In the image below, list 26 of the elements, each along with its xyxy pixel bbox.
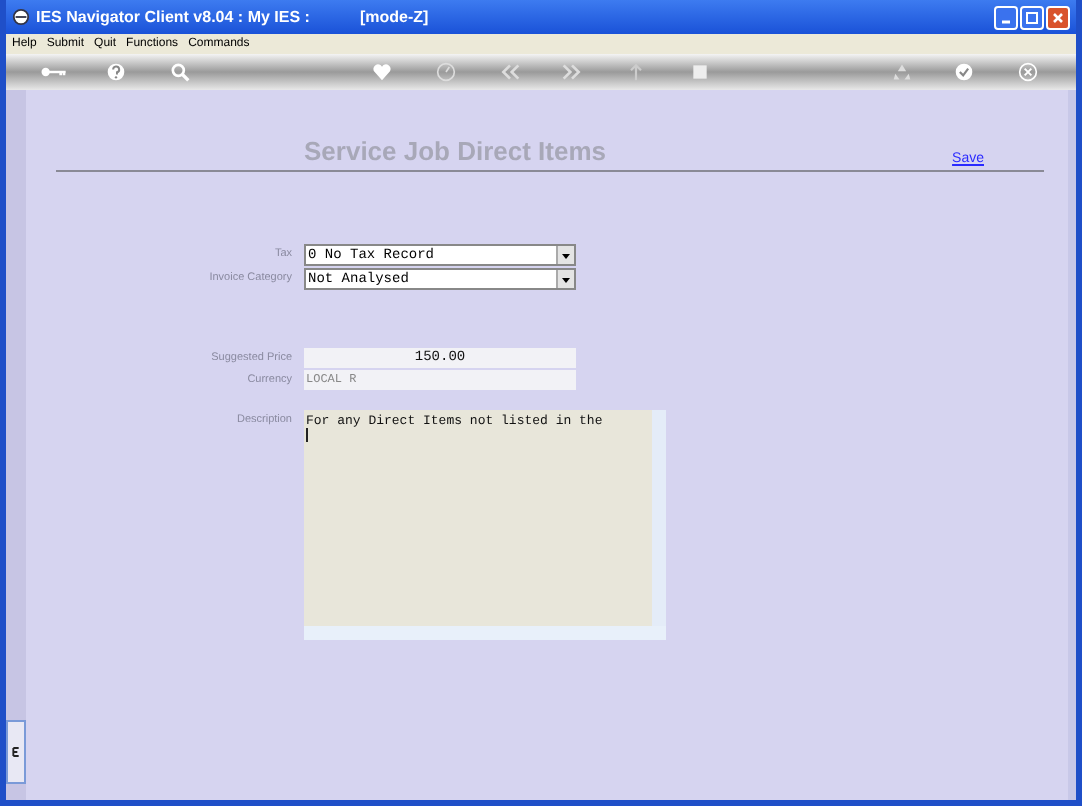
- window-mode: [mode-Z]: [359, 8, 429, 26]
- close-icon[interactable]: [1018, 62, 1039, 82]
- recycle-icon[interactable]: [891, 62, 912, 82]
- scrollbar[interactable]: [304, 626, 666, 640]
- search-icon[interactable]: [170, 62, 191, 82]
- e-icon: [12, 746, 20, 758]
- stop-icon[interactable]: [689, 62, 710, 82]
- double-left-arrow-icon[interactable]: [499, 62, 520, 82]
- scrollbar[interactable]: [1068, 90, 1076, 800]
- close-button[interactable]: [1046, 5, 1070, 29]
- app-icon: [12, 8, 30, 26]
- maximize-icon: [1024, 9, 1040, 25]
- up-arrow-icon[interactable]: [625, 62, 646, 82]
- clock-icon[interactable]: [436, 62, 456, 82]
- check-icon[interactable]: [954, 62, 975, 82]
- key-icon[interactable]: [37, 62, 70, 82]
- minimize-button[interactable]: [994, 5, 1018, 29]
- page-title: Service Job Direct Items: [304, 136, 607, 166]
- heart-icon[interactable]: [372, 62, 393, 82]
- window-title: IES Navigator Client v8.04 : My IES :: [36, 8, 310, 26]
- scrollbar[interactable]: [652, 410, 666, 626]
- maximize-button[interactable]: [1020, 5, 1044, 29]
- double-right-arrow-icon[interactable]: [562, 62, 583, 82]
- help-icon[interactable]: [106, 62, 127, 82]
- side-tab[interactable]: [6, 720, 26, 784]
- close-icon: [1050, 9, 1066, 25]
